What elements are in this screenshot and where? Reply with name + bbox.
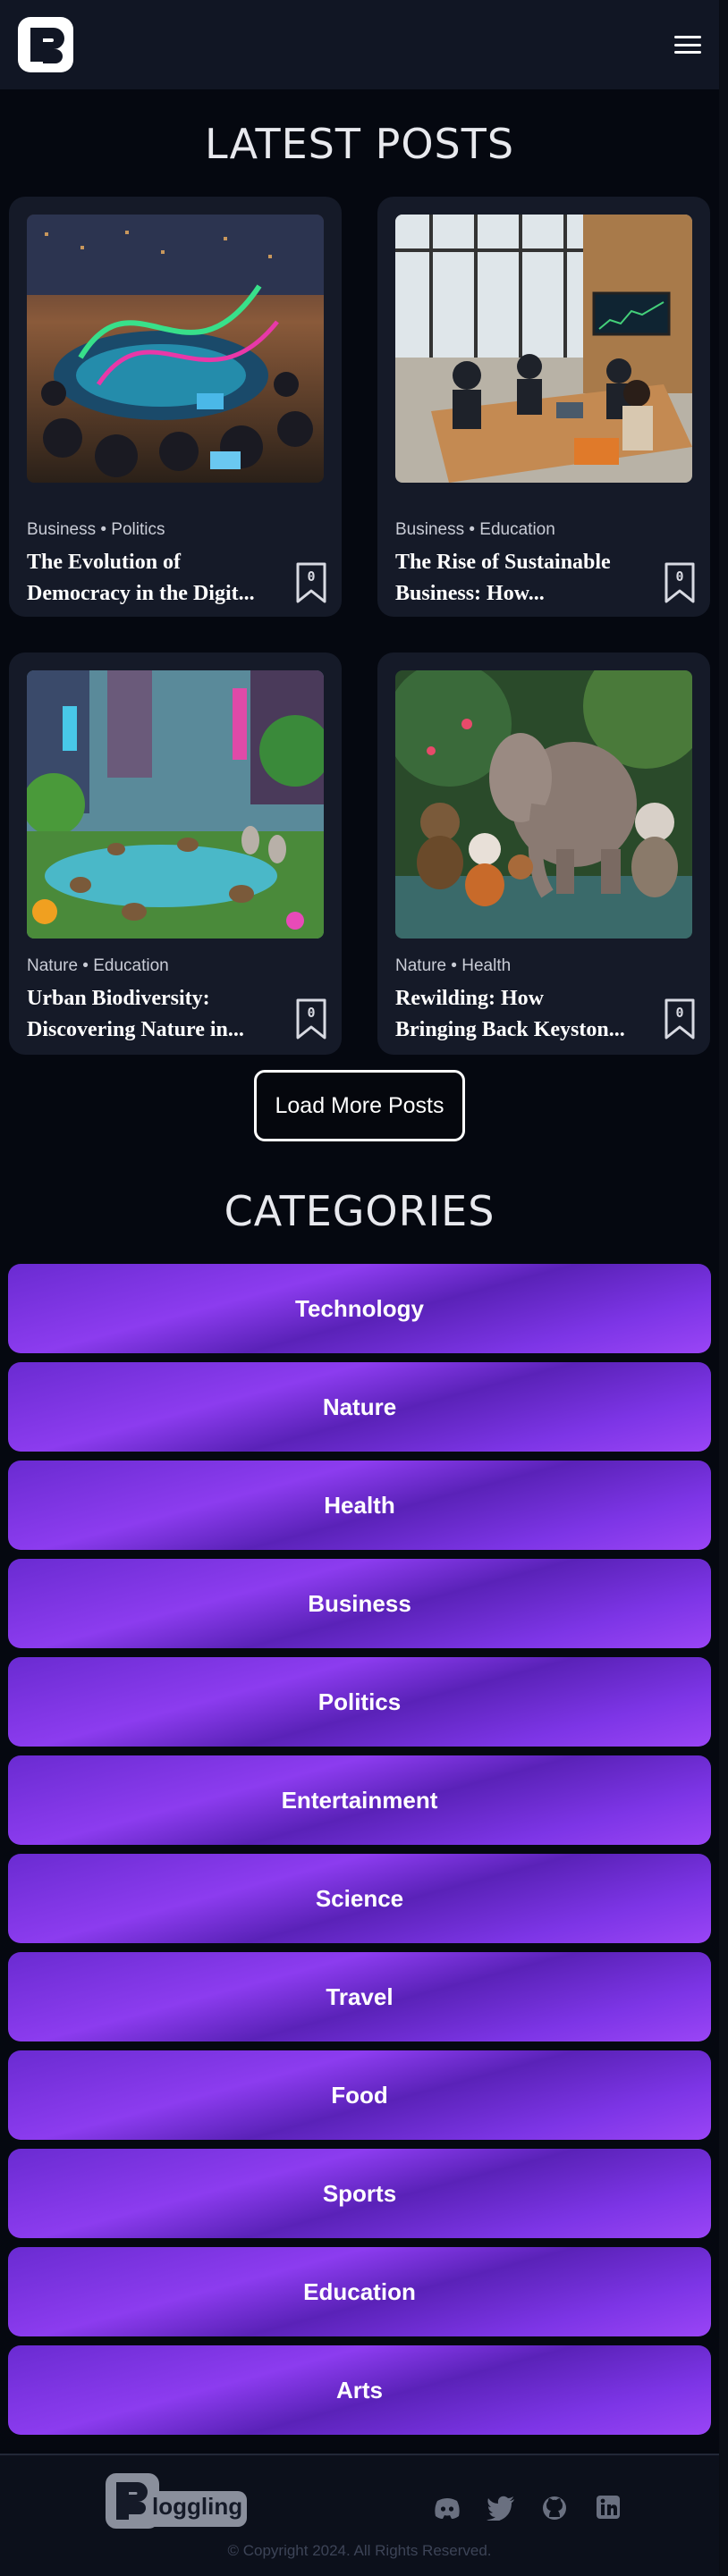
footer-logo[interactable]: loggling xyxy=(106,2473,249,2529)
category-button-nature[interactable]: Nature xyxy=(8,1362,711,1452)
post-title-line[interactable]: Urban Biodiversity: xyxy=(27,987,210,1010)
bookmark-button[interactable]: 0 xyxy=(664,998,696,1040)
post-image[interactable] xyxy=(27,215,324,483)
category-button-entertainment[interactable]: Entertainment xyxy=(8,1755,711,1845)
top-navbar xyxy=(0,0,719,89)
bookmark-count: 0 xyxy=(675,1005,684,1021)
post-image[interactable] xyxy=(395,670,692,939)
category-button-education[interactable]: Education xyxy=(8,2247,711,2336)
post-categories[interactable]: Nature • Education xyxy=(27,956,169,976)
footer: loggling © Copyright 2024. All Rights Re… xyxy=(0,2454,719,2576)
footer-brand-text: loggling xyxy=(152,2493,243,2520)
category-button-health[interactable]: Health xyxy=(8,1461,711,1550)
bookmark-count: 0 xyxy=(675,568,684,585)
post-title-line[interactable]: Business: How... xyxy=(395,578,655,610)
post-title-line[interactable]: The Rise of Sustainable xyxy=(395,551,611,574)
logo-icon[interactable] xyxy=(18,17,73,72)
post-image[interactable] xyxy=(395,215,692,483)
post-title[interactable]: The Rise of Sustainable Business: How... xyxy=(395,547,655,610)
post-title[interactable]: Urban Biodiversity: Discovering Nature i… xyxy=(27,983,286,1046)
category-button-travel[interactable]: Travel xyxy=(8,1952,711,2041)
linkedin-icon[interactable] xyxy=(594,2496,622,2521)
bookmark-button[interactable]: 0 xyxy=(664,561,696,604)
post-card[interactable]: Business • Politics The Evolution of Dem… xyxy=(9,197,342,617)
hamburger-menu-icon[interactable] xyxy=(674,34,701,55)
scrollbar[interactable] xyxy=(719,0,728,2576)
twitter-icon[interactable] xyxy=(487,2496,515,2522)
post-card[interactable]: Nature • Health Rewilding: How Bringing … xyxy=(377,652,710,1055)
post-title-line[interactable]: The Evolution of xyxy=(27,551,181,574)
categories-title: CATEGORIES xyxy=(224,1187,495,1235)
category-button-sports[interactable]: Sports xyxy=(8,2149,711,2238)
post-title-line[interactable]: Rewilding: How xyxy=(395,987,544,1010)
category-button-technology[interactable]: Technology xyxy=(8,1264,711,1353)
load-more-button[interactable]: Load More Posts xyxy=(254,1070,465,1141)
bookmark-button[interactable]: 0 xyxy=(295,561,327,604)
post-title-line[interactable]: Bringing Back Keyston... xyxy=(395,1014,655,1046)
category-button-politics[interactable]: Politics xyxy=(8,1657,711,1747)
post-card[interactable]: Business • Education The Rise of Sustain… xyxy=(377,197,710,617)
post-title-line[interactable]: Discovering Nature in... xyxy=(27,1014,286,1046)
post-title-line[interactable]: Democracy in the Digit... xyxy=(27,578,286,610)
github-icon[interactable] xyxy=(540,2496,569,2521)
category-button-science[interactable]: Science xyxy=(8,1854,711,1943)
category-button-business[interactable]: Business xyxy=(8,1559,711,1648)
bookmark-count: 0 xyxy=(307,568,316,585)
post-title[interactable]: Rewilding: How Bringing Back Keyston... xyxy=(395,983,655,1046)
category-button-arts[interactable]: Arts xyxy=(8,2345,711,2435)
latest-posts-title: LATEST POSTS xyxy=(204,120,515,168)
post-image[interactable] xyxy=(27,670,324,939)
post-categories[interactable]: Business • Politics xyxy=(27,520,165,540)
post-categories[interactable]: Business • Education xyxy=(395,520,555,540)
post-title[interactable]: The Evolution of Democracy in the Digit.… xyxy=(27,547,286,610)
post-categories[interactable]: Nature • Health xyxy=(395,956,511,976)
post-card[interactable]: Nature • Education Urban Biodiversity: D… xyxy=(9,652,342,1055)
bookmark-button[interactable]: 0 xyxy=(295,998,327,1040)
bookmark-count: 0 xyxy=(307,1005,316,1021)
copyright-text: © Copyright 2024. All Rights Reserved. xyxy=(227,2542,492,2559)
discord-icon[interactable] xyxy=(433,2496,461,2521)
category-button-food[interactable]: Food xyxy=(8,2050,711,2140)
